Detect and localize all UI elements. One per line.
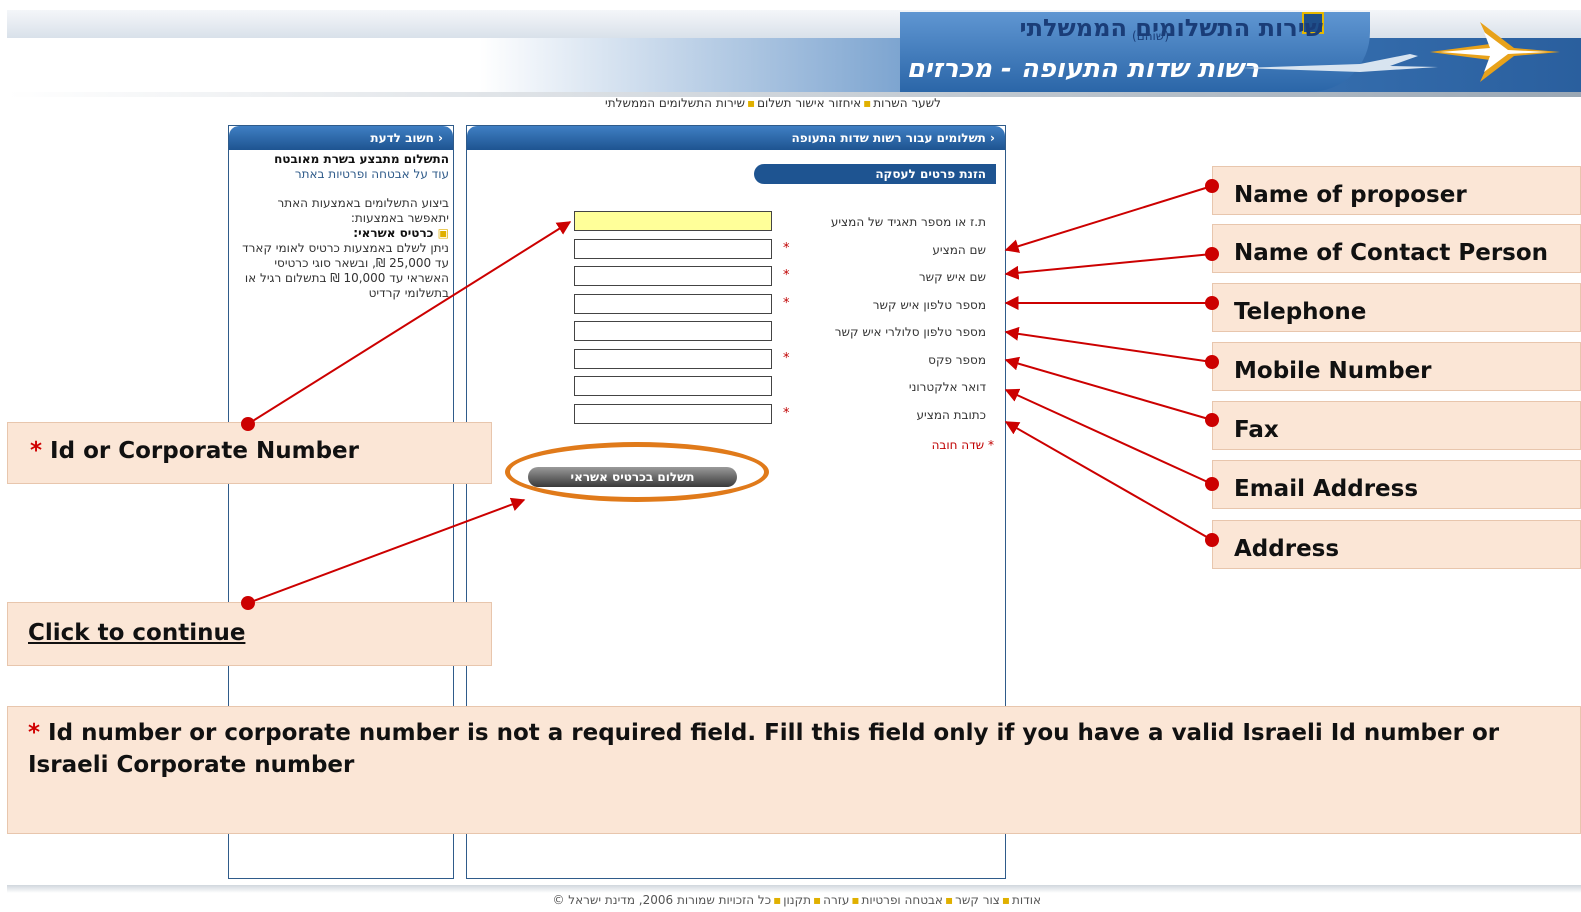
security-privacy-link[interactable]: עוד על אבטחה ופרטיות באתר <box>235 167 449 182</box>
field-label-id: ת.ז או מספר תאגיד של המציע <box>830 215 986 229</box>
required-marker: * <box>783 241 790 256</box>
id-note-box: * Id number or corporate number is not a… <box>7 706 1581 834</box>
important-info-text: התשלום מתבצע בשרת מאובטח עוד על אבטחה ופ… <box>235 152 449 301</box>
required-marker: * <box>783 351 790 366</box>
important-info-title: ‹ חשוב לדעת <box>229 126 453 150</box>
footer-bar <box>7 885 1581 893</box>
address-input[interactable] <box>574 404 772 424</box>
arrow-address <box>1004 421 1213 541</box>
required-marker: * <box>783 296 790 311</box>
pay-by-credit-card-button[interactable]: תשלום בכרטיס אשראי <box>528 467 737 487</box>
airplane-icon <box>1240 54 1438 72</box>
mobile-input[interactable] <box>574 321 772 341</box>
callout-click-to-continue: Click to continue <box>7 602 492 666</box>
service-subtitle: (שוהם) <box>1132 29 1169 43</box>
email-input[interactable] <box>574 376 772 396</box>
credit-card-heading: ▣ כרטיס אשראי: <box>353 226 449 240</box>
footer-links: אודות▪צור קשר▪אבטחה ופרטיות▪עזרה▪תקנון▪כ… <box>552 893 1041 907</box>
contact-name-input[interactable] <box>574 266 772 286</box>
required-marker: * <box>783 268 790 283</box>
nav-link-gate[interactable]: לשער השרות <box>873 96 941 110</box>
callout-telephone: Telephone <box>1212 283 1581 332</box>
field-label-contact-name: שם איש קשר <box>918 270 986 284</box>
footer-copyright: כל הזכויות שמורות 2006, מדינת ישראל © <box>552 893 772 907</box>
callout-email-address: Email Address <box>1212 460 1581 509</box>
fax-input[interactable] <box>574 349 772 369</box>
field-label-email: דואר אלקטרוני <box>908 380 986 394</box>
callout-name-of-proposer: Name of proposer <box>1212 166 1581 215</box>
secure-heading: התשלום מתבצע בשרת מאובטח <box>274 152 449 166</box>
proposer-name-input[interactable] <box>574 239 772 259</box>
credit-card-text: ניתן לשלם באמצעות כרטיס לאומי קארד עד 25… <box>242 241 449 300</box>
section-title: הזנת פרטים לעסקה <box>754 164 996 184</box>
footer-link-help[interactable]: עזרה <box>823 893 849 907</box>
nav-link-retrieve-receipt[interactable]: איחזור אישור תשלום <box>757 96 861 110</box>
arrow-fax <box>1004 356 1213 421</box>
payment-panel-title: ‹ תשלומים עבור רשות שדות התעופה <box>467 126 1005 150</box>
callout-id-number: * Id or Corporate Number <box>7 422 492 484</box>
nav-link-payment-service[interactable]: שירות התשלומים הממשלתי <box>605 96 745 110</box>
callout-address: Address <box>1212 520 1581 569</box>
field-label-address: כתובת המציע <box>916 408 986 422</box>
airports-title: רשות שדות התעופה - מכרזים <box>906 54 1259 84</box>
field-label-fax: מספר פקס <box>928 353 986 367</box>
required-field-note: * שדה חובה <box>931 438 994 452</box>
callout-contact-person: Name of Contact Person <box>1212 224 1581 273</box>
footer-link-terms[interactable]: תקנון <box>783 893 811 907</box>
arrow-proposer <box>1004 185 1213 253</box>
field-label-mobile: מספר טלפון סלולרי איש קשר <box>834 325 986 339</box>
methods-intro: ביצוע התשלומים באמצעות האתר יתאפשר באמצע… <box>277 196 450 225</box>
footer-link-contact[interactable]: צור קשר <box>955 893 1000 907</box>
callout-fax: Fax <box>1212 401 1581 450</box>
service-title: שירות התשלומים הממשלתי <box>1019 14 1323 42</box>
field-label-proposer-name: שם המציע <box>932 243 986 257</box>
callout-mobile-number: Mobile Number <box>1212 342 1581 391</box>
footer-link-about[interactable]: אודות <box>1012 893 1041 907</box>
arrow-email <box>1004 388 1213 485</box>
top-nav: לשער השרות▪איחזור אישור תשלום▪שירות התשל… <box>605 96 941 110</box>
airports-authority-logo-icon <box>1430 22 1560 82</box>
field-label-phone: מספר טלפון איש קשר <box>872 298 986 312</box>
arrow-contact <box>1004 253 1213 280</box>
id-input[interactable] <box>574 211 772 231</box>
footer-link-privacy[interactable]: אבטחה ופרטיות <box>862 893 943 907</box>
required-marker: * <box>783 406 790 421</box>
phone-input[interactable] <box>574 294 772 314</box>
arrow-mobile <box>1004 326 1213 363</box>
